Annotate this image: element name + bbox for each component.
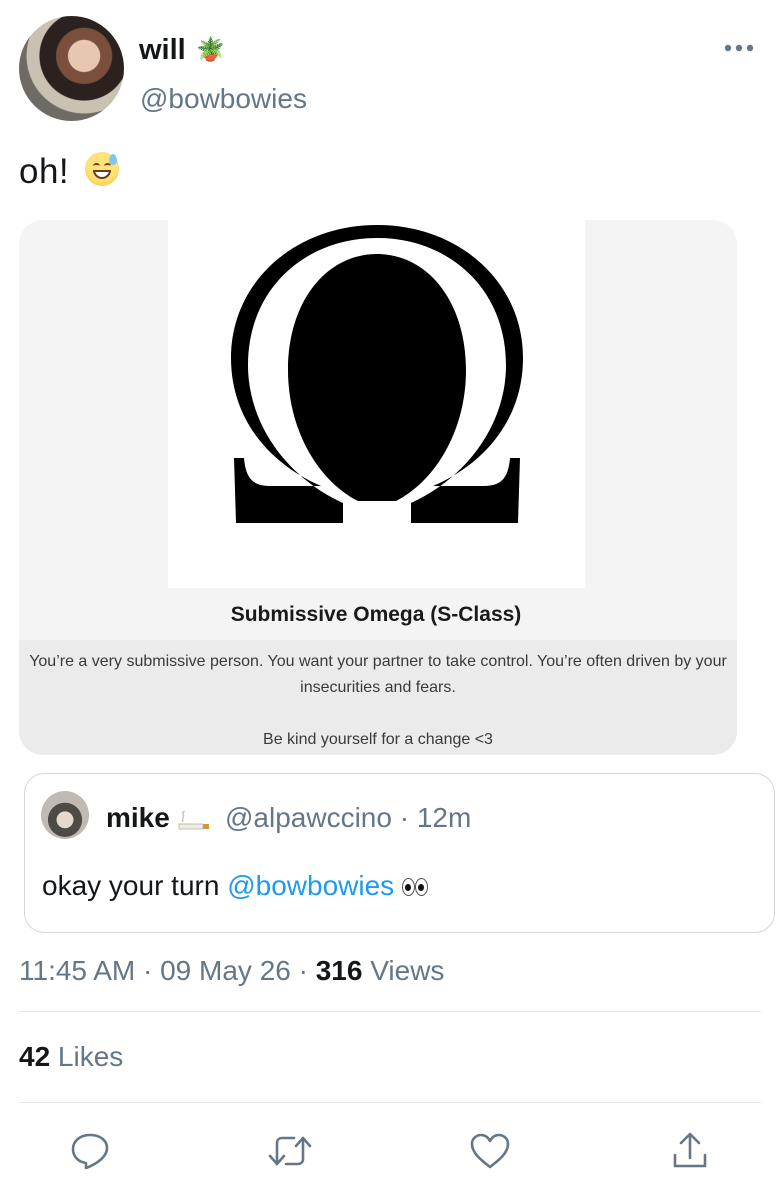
share-button[interactable] bbox=[668, 1131, 712, 1171]
card-title: Submissive Omega (S-Class) bbox=[230, 603, 522, 626]
cigarette-emoji bbox=[178, 811, 209, 830]
views-label[interactable]: Views bbox=[362, 955, 444, 986]
mention-link[interactable]: @bowbowies bbox=[227, 870, 394, 901]
share-icon bbox=[673, 1132, 707, 1168]
retweet-button[interactable] bbox=[268, 1131, 312, 1171]
likes-label[interactable]: Likes bbox=[50, 1041, 123, 1072]
omega-symbol-image bbox=[168, 220, 585, 588]
quoted-author-display-name[interactable]: mike bbox=[106, 801, 170, 835]
quoted-tweet-text: okay your turn @bowbowies bbox=[42, 869, 430, 903]
more-icon bbox=[724, 44, 754, 52]
author-avatar[interactable] bbox=[19, 16, 124, 121]
author-display-name[interactable]: will bbox=[139, 32, 186, 68]
card-description: You’re a very submissive person. You wan… bbox=[29, 653, 727, 696]
likes-count[interactable]: 42 bbox=[19, 1041, 50, 1072]
author-handle[interactable]: @bowbowies bbox=[140, 82, 307, 116]
quoted-author-avatar[interactable] bbox=[41, 791, 89, 839]
omega-symbol-icon bbox=[231, 225, 523, 523]
eyes-emoji bbox=[400, 877, 430, 898]
likes-summary[interactable]: 42 Likes bbox=[19, 1040, 123, 1074]
quoted-handle-and-time: @alpawccino · 12m bbox=[225, 802, 472, 833]
media-card[interactable]: Submissive Omega (S-Class) You’re a very… bbox=[19, 220, 737, 755]
tweet-timestamp-views: 11:45 AM · 09 May 26 · 316 Views bbox=[19, 954, 444, 988]
reply-button[interactable] bbox=[68, 1131, 112, 1171]
divider bbox=[19, 1102, 761, 1103]
quoted-text-body: okay your turn bbox=[42, 870, 228, 901]
reply-icon bbox=[71, 1133, 109, 1170]
quoted-tweet[interactable]: mike @alpawccino · 12m okay your turn @b… bbox=[24, 773, 775, 933]
tweet-text: oh! bbox=[19, 152, 70, 191]
like-button[interactable] bbox=[468, 1131, 512, 1171]
card-footer-text: Be kind yourself for a change <3 bbox=[263, 731, 493, 748]
heart-icon bbox=[470, 1133, 510, 1169]
potted-plant-emoji: 🪴 bbox=[196, 37, 225, 63]
divider bbox=[19, 1011, 761, 1012]
more-options-button[interactable] bbox=[722, 36, 756, 60]
card-description-panel: You’re a very submissive person. You wan… bbox=[19, 640, 737, 755]
sweat-smile-emoji bbox=[85, 152, 119, 186]
retweet-icon bbox=[268, 1136, 312, 1166]
views-count[interactable]: 316 bbox=[316, 955, 363, 986]
timestamp: 11:45 AM · 09 May 26 · bbox=[19, 955, 316, 986]
